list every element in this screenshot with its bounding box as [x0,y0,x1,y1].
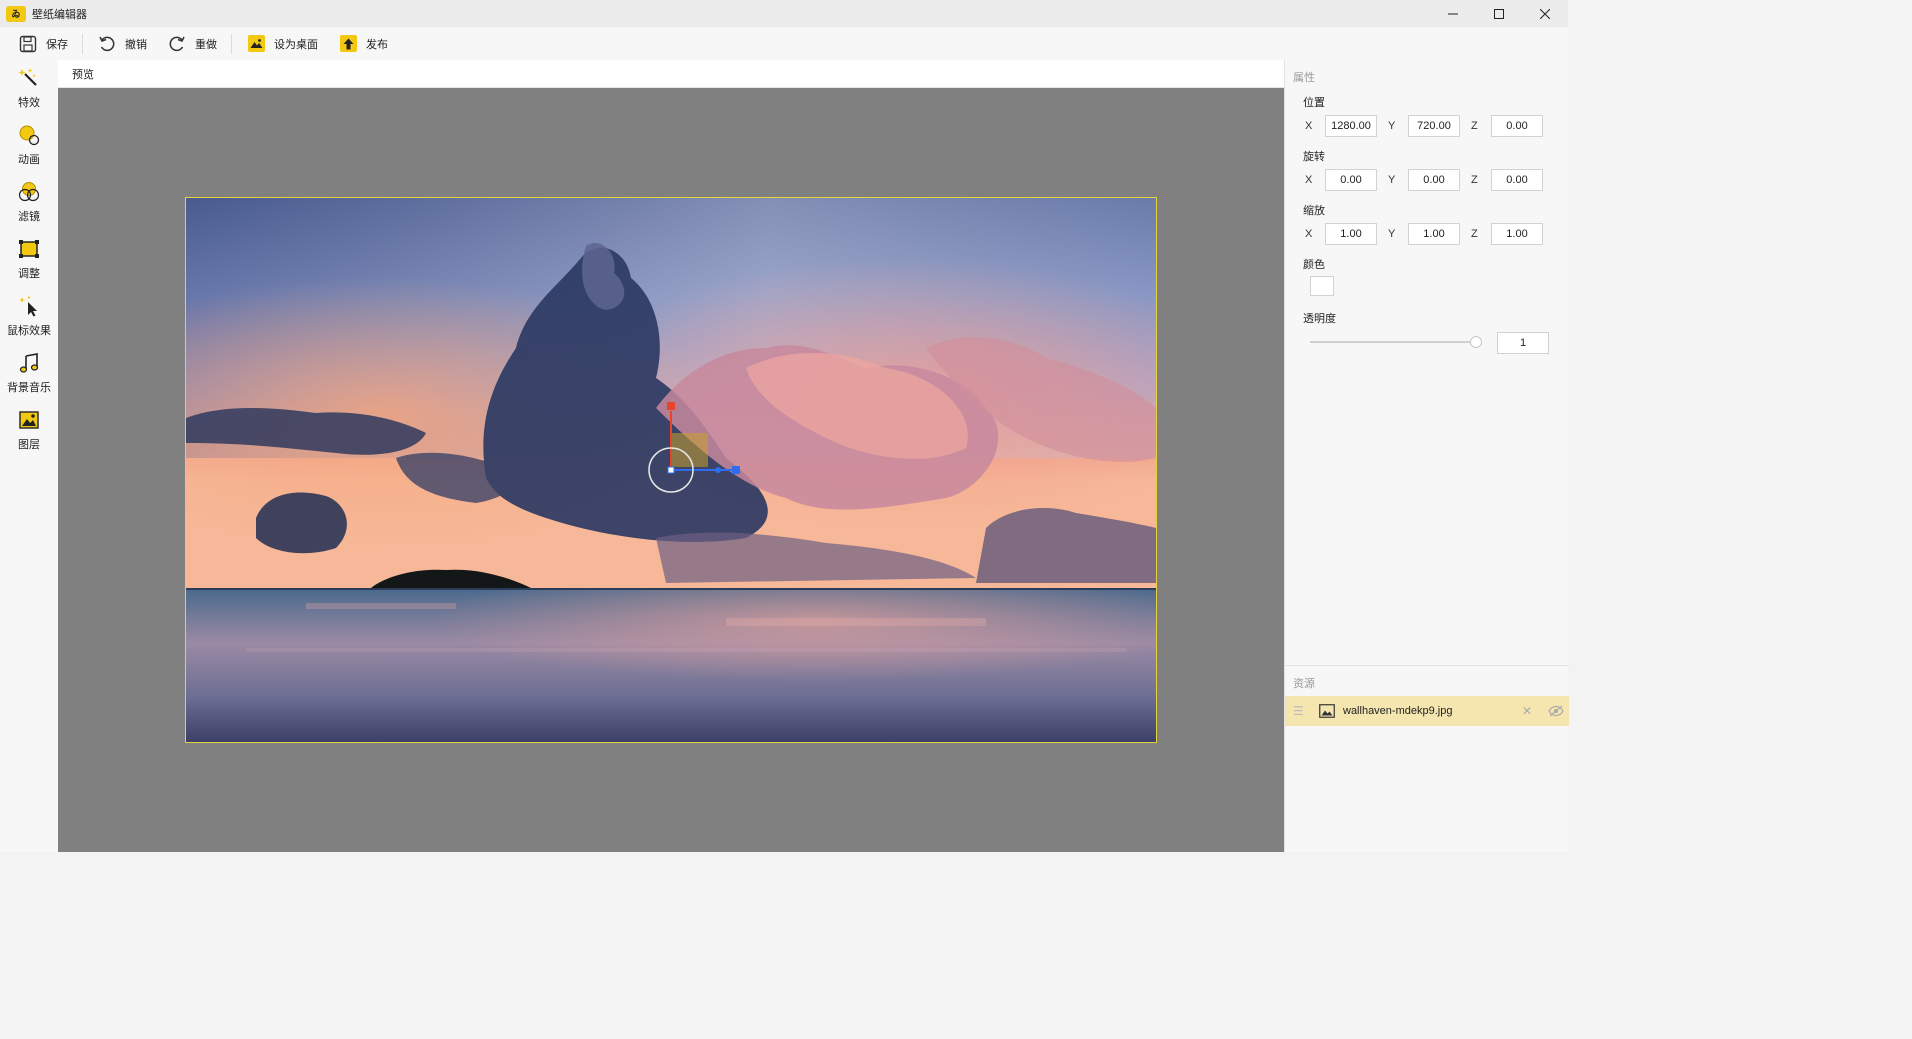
properties-panel: 属性 位置 X Y Z 旋转 X Y Z 缩放 X Y Z 颜色 透明度 资源 … [1284,60,1569,852]
opacity-slider[interactable] [1310,336,1482,348]
music-note-icon [18,352,40,374]
scale-label: 缩放 [1303,205,1325,217]
redo-icon [167,34,187,54]
close-icon [1540,8,1550,19]
adjust-frame-icon [18,238,40,260]
app-title: 壁纸编辑器 [32,8,87,21]
axis-y-label: Y [1388,120,1396,132]
panel-divider [1285,665,1569,666]
properties-section-title: 属性 [1293,72,1315,84]
minimize-button[interactable] [1430,0,1476,27]
opacity-input[interactable] [1497,332,1549,354]
publish-label: 发布 [366,38,388,51]
sidebar-item-label: 图层 [18,439,40,451]
title-bar: ゐ 壁纸编辑器 [0,0,1568,27]
filter-circles-icon [18,181,40,203]
set-desktop-label: 设为桌面 [274,38,318,51]
toolbar-divider [82,33,83,54]
position-row: X Y Z [1305,115,1554,137]
window-controls [1430,0,1568,27]
image-mountain-icon [246,34,266,54]
maximize-icon [1494,8,1504,19]
maximize-button[interactable] [1476,0,1522,27]
rotation-label: 旋转 [1303,151,1325,163]
axis-x-label: X [1305,228,1313,240]
sidebar-item-music[interactable]: 背景音乐 [0,345,58,402]
axis-z-label: Z [1471,174,1478,186]
sidebar-item-mouse-effect[interactable]: 鼠标效果 [0,288,58,345]
visibility-hidden-icon[interactable] [1547,705,1565,717]
publish-button[interactable]: 发布 [328,27,398,60]
preview-area[interactable] [58,88,1284,852]
sidebar-item-label: 背景音乐 [7,382,51,394]
sidebar-item-label: 调整 [18,268,40,280]
save-icon [18,34,38,54]
scale-x-input[interactable] [1325,223,1377,245]
slider-track [1310,341,1476,343]
wallpaper-image [186,198,1156,742]
redo-label: 重做 [195,38,217,51]
cursor-sparkle-icon [18,295,40,317]
sidebar-item-label: 特效 [18,97,40,109]
upload-arrow-icon [338,34,358,54]
image-layer-icon [18,409,40,431]
scale-y-input[interactable] [1408,223,1460,245]
undo-button[interactable]: 撤销 [87,27,157,60]
undo-label: 撤销 [125,38,147,51]
sidebar-item-filter[interactable]: 滤镜 [0,174,58,231]
rotation-y-input[interactable] [1408,169,1460,191]
wallpaper-canvas[interactable] [185,197,1157,743]
sidebar-item-label: 动画 [18,154,40,166]
resource-item[interactable]: ☰ wallhaven-mdekp9.jpg ✕ [1285,696,1569,726]
close-button[interactable] [1522,0,1568,27]
color-swatch[interactable] [1310,276,1334,296]
slider-thumb[interactable] [1470,336,1482,348]
position-x-input[interactable] [1325,115,1377,137]
sidebar-item-effects[interactable]: 特效 [0,60,58,117]
axis-z-label: Z [1471,120,1478,132]
axis-x-label: X [1305,120,1313,132]
rotation-row: X Y Z [1305,169,1554,191]
sidebar-item-layers[interactable]: 图层 [0,402,58,459]
position-y-input[interactable] [1408,115,1460,137]
toolbar-divider [231,33,232,54]
redo-button[interactable]: 重做 [157,27,227,60]
rotation-z-input[interactable] [1491,169,1543,191]
axis-x-label: X [1305,174,1313,186]
remove-resource-icon[interactable]: ✕ [1519,704,1535,718]
resources-section-title: 资源 [1293,678,1315,690]
axis-z-label: Z [1471,228,1478,240]
animation-circles-icon [18,124,40,146]
set-desktop-button[interactable]: 设为桌面 [236,27,328,60]
scale-z-input[interactable] [1491,223,1543,245]
image-file-icon [1319,704,1335,718]
axis-y-label: Y [1388,174,1396,186]
minimize-icon [1448,13,1458,14]
opacity-label: 透明度 [1303,313,1336,325]
axis-y-label: Y [1388,228,1396,240]
position-z-input[interactable] [1491,115,1543,137]
scale-row: X Y Z [1305,223,1554,245]
drag-handle-icon[interactable]: ☰ [1293,704,1311,718]
color-label: 颜色 [1303,259,1325,271]
magic-wand-icon [18,67,40,89]
save-label: 保存 [46,38,68,51]
preview-header: 预览 [58,60,1284,88]
sidebar-item-label: 滤镜 [18,211,40,223]
position-label: 位置 [1303,97,1325,109]
toolbar: 保存 撤销 重做 设为桌面 发布 [0,27,1568,60]
app-logo: ゐ [6,5,26,22]
left-sidebar: 特效 动画 滤镜 调整 鼠标效果 背景音乐 图层 [0,60,58,852]
sidebar-item-adjust[interactable]: 调整 [0,231,58,288]
save-button[interactable]: 保存 [8,27,78,60]
preview-title: 预览 [72,68,94,81]
undo-icon [97,34,117,54]
resource-name: wallhaven-mdekp9.jpg [1343,705,1453,717]
rotation-x-input[interactable] [1325,169,1377,191]
sidebar-item-animation[interactable]: 动画 [0,117,58,174]
sidebar-item-label: 鼠标效果 [7,325,51,337]
